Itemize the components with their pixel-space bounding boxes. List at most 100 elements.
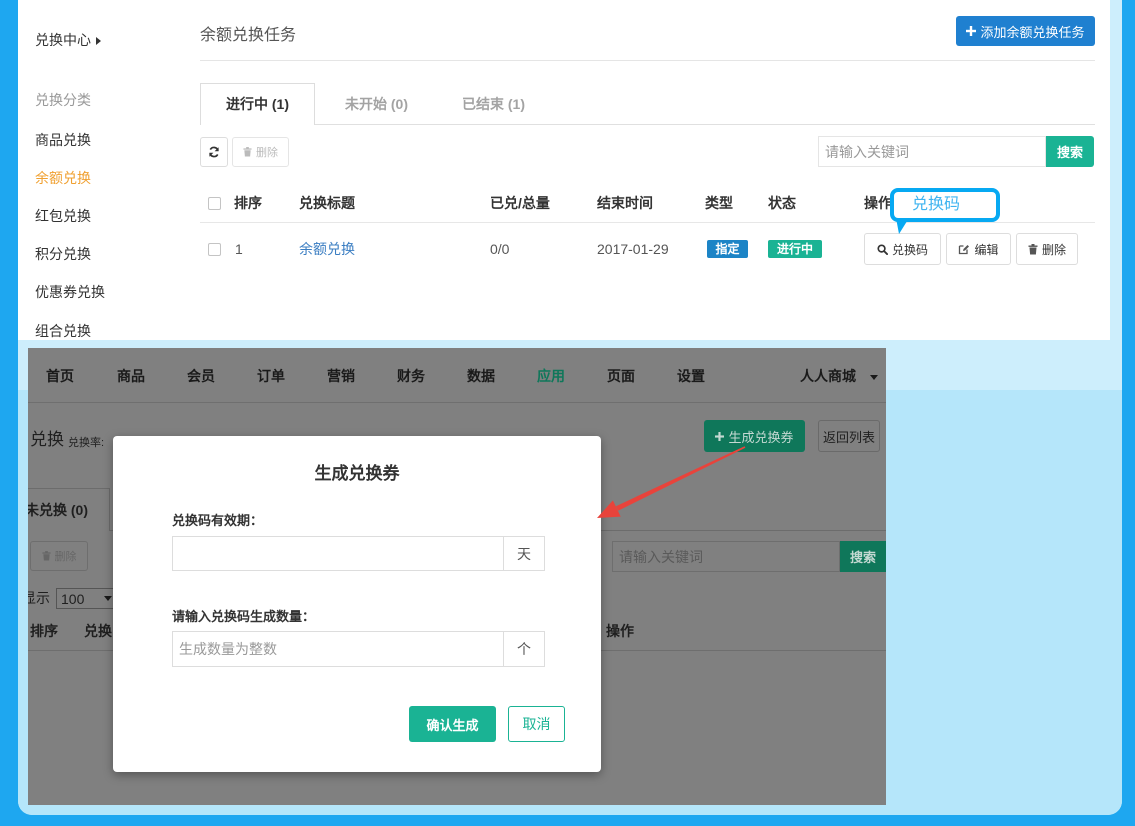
search-button[interactable]: 搜索 — [1046, 136, 1094, 167]
back-to-list-button[interactable]: 返回列表 — [818, 420, 880, 452]
header-actions: 操作 — [606, 623, 634, 639]
bulk-delete-button[interactable]: 删除 — [30, 541, 88, 571]
callout-text: 兑换码 — [912, 196, 961, 213]
shop-name: 人人商城 — [800, 368, 856, 384]
sidebar-header[interactable]: 兑换中心 — [35, 30, 101, 50]
header-title: 兑换标题 — [299, 195, 355, 211]
keyword-search-input[interactable] — [612, 541, 840, 572]
nav-item-orders[interactable]: 订单 — [257, 366, 285, 386]
generate-coupon-modal: 生成兑换券 兑换码有效期： 天 请输入兑换码生成数量： 个 确认生成 取消 — [113, 436, 601, 772]
bulk-delete-button[interactable]: 删除 — [232, 137, 289, 167]
bulk-delete-label: 删除 — [256, 147, 278, 159]
edit-icon — [958, 243, 970, 255]
sidebar-item-combo[interactable]: 组合兑换 — [35, 312, 91, 350]
header-type: 类型 — [705, 195, 733, 211]
validity-days-input[interactable] — [172, 536, 503, 571]
sidebar-item-goods[interactable]: 商品兑换 — [35, 121, 91, 159]
row-title-link[interactable]: 余额兑换 — [299, 239, 355, 259]
validity-unit-addon: 天 — [503, 536, 545, 571]
tab-bar-line — [200, 124, 1095, 125]
shop-menu[interactable]: 人人商城 — [800, 366, 878, 386]
title-divider — [200, 60, 1095, 61]
page-title: 余额兑换任务 — [200, 27, 297, 44]
header-order: 排序 — [234, 195, 262, 211]
exchange-rate-label: 兑换率: — [68, 437, 105, 449]
tab-ended[interactable]: 已结束 (1) — [462, 94, 525, 114]
generate-coupon-screenshot: 首页 商品 会员 订单 营销 财务 数据 应用 页面 设置 人人商城 兑换 兑换… — [28, 348, 886, 805]
count-unit-addon: 个 — [503, 631, 545, 667]
delete-label: 删除 — [1041, 242, 1066, 257]
search-button[interactable]: 搜索 — [840, 541, 886, 572]
tab-in-progress[interactable]: 进行中 (1) — [200, 83, 315, 125]
nav-item-data[interactable]: 数据 — [467, 366, 495, 386]
count-label: 请输入兑换码生成数量： — [172, 609, 316, 624]
plus-icon — [715, 431, 725, 441]
generate-coupon-button[interactable]: 生成兑换券 — [704, 420, 805, 452]
count-input-group: 个 — [172, 631, 545, 667]
caret-right-icon — [96, 37, 101, 46]
bulk-delete-label: 删除 — [54, 551, 77, 563]
tab-not-started[interactable]: 未开始 (0) — [345, 94, 408, 114]
row-checkbox[interactable] — [208, 243, 221, 256]
nav-item-apps[interactable]: 应用 — [537, 366, 565, 386]
header-order: 排序 — [30, 623, 58, 639]
nav-item-marketing[interactable]: 营销 — [327, 366, 355, 386]
refresh-button[interactable] — [200, 137, 228, 167]
nav-item-goods[interactable]: 商品 — [117, 366, 145, 386]
plus-icon — [966, 26, 977, 36]
redeem-codes-button[interactable]: 兑换码 — [864, 233, 941, 265]
sidebar-section-label: 兑换分类 — [35, 92, 91, 108]
confirm-generate-button[interactable]: 确认生成 — [409, 706, 496, 742]
search-icon — [877, 243, 888, 255]
callout-tail — [896, 218, 909, 234]
top-nav-bar: 首页 商品 会员 订单 营销 财务 数据 应用 页面 设置 人人商城 — [28, 348, 886, 403]
chevron-down-icon — [104, 596, 113, 601]
type-badge: 指定 — [707, 240, 748, 258]
trash-icon — [1028, 243, 1038, 255]
generate-coupon-label: 生成兑换券 — [728, 429, 794, 445]
nav-item-members[interactable]: 会员 — [187, 366, 215, 386]
header-end-time: 结束时间 — [597, 195, 653, 211]
redeem-codes-label: 兑换码 — [891, 242, 928, 257]
cancel-button[interactable]: 取消 — [508, 706, 565, 742]
page-size-label: 显示 — [28, 590, 50, 606]
nav-item-pages[interactable]: 页面 — [607, 366, 635, 386]
coupon-count-input[interactable] — [172, 631, 503, 667]
header-status: 状态 — [768, 195, 796, 211]
status-badge: 进行中 — [768, 240, 822, 258]
header-code: 兑换 — [84, 623, 112, 639]
row-end-time: 2017-01-29 — [597, 241, 669, 257]
sidebar-item-points[interactable]: 积分兑换 — [35, 235, 91, 273]
row-redeemed-total: 0/0 — [490, 241, 510, 257]
sidebar-item-redpacket[interactable]: 红包兑换 — [35, 197, 91, 235]
delete-button[interactable]: 删除 — [1016, 233, 1078, 265]
edit-button[interactable]: 编辑 — [946, 233, 1011, 265]
select-all-checkbox[interactable] — [208, 197, 221, 210]
chevron-down-icon — [869, 374, 878, 380]
header-redeemed-total: 已兑/总量 — [490, 195, 550, 211]
validity-input-group: 天 — [172, 536, 545, 571]
modal-title: 生成兑换券 — [314, 464, 400, 483]
callout-bubble: 兑换码 — [890, 188, 1000, 222]
keyword-search-input[interactable] — [818, 136, 1046, 167]
tab-unredeemed[interactable]: 未兑换 (0) — [28, 488, 110, 531]
sidebar-item-coupon[interactable]: 优惠券兑换 — [35, 273, 105, 311]
sidebar-item-balance[interactable]: 余额兑换 — [35, 159, 91, 197]
validity-label: 兑换码有效期： — [172, 513, 264, 528]
trash-icon — [41, 551, 51, 561]
page-size-select[interactable]: 100 — [56, 588, 118, 609]
row-order: 1 — [235, 241, 243, 257]
trash-icon — [243, 147, 252, 157]
sidebar-header-label: 兑换中心 — [35, 32, 91, 48]
nav-item-finance[interactable]: 财务 — [397, 366, 425, 386]
page-title: 兑换 — [30, 430, 64, 449]
refresh-icon — [208, 146, 220, 158]
add-balance-task-label: 添加余额兑换任务 — [980, 24, 1085, 40]
edit-label: 编辑 — [974, 242, 999, 257]
redemption-task-panel: 兑换中心 兑换分类 商品兑换 余额兑换 红包兑换 积分兑换 优惠券兑换 组合兑换… — [18, 0, 1110, 340]
header-actions: 操作 — [864, 195, 892, 211]
page-size-value: 100 — [61, 590, 85, 607]
nav-item-home[interactable]: 首页 — [46, 366, 74, 386]
nav-item-settings[interactable]: 设置 — [677, 366, 705, 386]
add-balance-task-button[interactable]: 添加余额兑换任务 — [956, 16, 1095, 46]
